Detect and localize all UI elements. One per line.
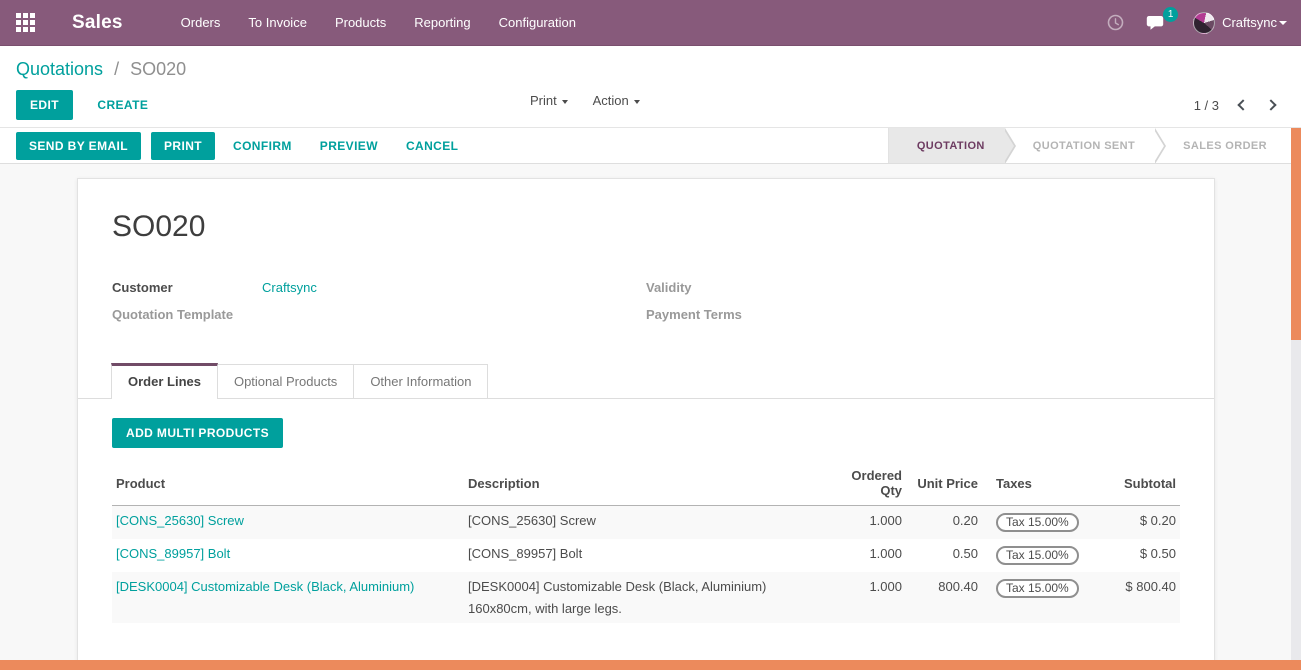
unit-price-cell: 0.50 (906, 539, 982, 572)
nav-item-orders[interactable]: Orders (167, 0, 235, 46)
form-view-area: SO020 Customer Craftsync Quotation Templ… (0, 164, 1291, 660)
validity-label: Validity (646, 280, 796, 296)
field-groups: Customer Craftsync Quotation Template Va… (112, 280, 1180, 334)
payment-terms-field: Payment Terms (646, 307, 1180, 323)
chevron-right-icon[interactable] (1265, 99, 1276, 110)
nav-item-reporting[interactable]: Reporting (400, 0, 484, 46)
tax-badge: Tax 15.00% (996, 513, 1079, 532)
print-button[interactable]: PRINT (151, 132, 215, 160)
col-header-ordered-qty: Ordered Qty (824, 462, 906, 506)
breadcrumb-separator: / (114, 59, 119, 79)
navbar-left: Sales Orders To Invoice Products Reporti… (16, 0, 590, 45)
app-menu: Orders To Invoice Products Reporting Con… (167, 0, 590, 45)
navbar-right: 1 Craftsync (1085, 12, 1287, 34)
col-header-subtotal: Subtotal (1096, 462, 1180, 506)
vertical-scrollbar-thumb[interactable] (1291, 128, 1301, 340)
create-button[interactable]: CREATE (93, 90, 152, 120)
user-menu[interactable]: Craftsync (1222, 15, 1277, 30)
customer-field: Customer Craftsync (112, 280, 646, 296)
customer-label: Customer (112, 280, 262, 296)
unit-price-cell: 800.40 (906, 572, 982, 623)
order-line-row[interactable]: [CONS_89957] Bolt [CONS_89957] Bolt 1.00… (112, 539, 1180, 572)
col-header-unit-price: Unit Price (906, 462, 982, 506)
add-multi-products-button[interactable]: ADD MULTI PRODUCTS (112, 418, 283, 448)
print-dropdown[interactable]: Print (530, 93, 568, 108)
chevron-down-icon (562, 100, 568, 104)
customer-value-link[interactable]: Craftsync (262, 280, 317, 295)
status-step-sales-order[interactable]: SALES ORDER (1155, 128, 1291, 163)
chevron-down-icon (1279, 21, 1287, 25)
tax-badge: Tax 15.00% (996, 579, 1079, 598)
table-header-row: Product Description Ordered Qty Unit Pri… (112, 462, 1180, 506)
product-link[interactable]: [CONS_25630] Screw (116, 513, 244, 528)
messages-chat-bubble-icon[interactable]: 1 (1146, 14, 1167, 32)
chevron-left-icon[interactable] (1237, 99, 1248, 110)
messages-count-badge: 1 (1163, 7, 1178, 22)
payment-terms-label: Payment Terms (646, 307, 796, 323)
quotation-template-field: Quotation Template (112, 307, 646, 323)
order-lines-table: Product Description Ordered Qty Unit Pri… (112, 462, 1180, 623)
subtotal-cell: $ 800.40 (1096, 572, 1180, 623)
user-avatar[interactable] (1193, 12, 1215, 34)
quotation-sheet: SO020 Customer Craftsync Quotation Templ… (77, 178, 1215, 660)
col-header-description: Description (464, 462, 824, 506)
status-step-quotation[interactable]: QUOTATION (889, 128, 1005, 163)
validity-field: Validity (646, 280, 1180, 296)
confirm-button[interactable]: CONFIRM (225, 132, 300, 160)
unit-price-cell: 0.20 (906, 506, 982, 540)
activities-clock-icon[interactable] (1107, 14, 1124, 31)
vertical-scrollbar-track (1291, 128, 1301, 660)
field-group-right: Validity Payment Terms (646, 280, 1180, 334)
order-line-row[interactable]: [DESK0004] Customizable Desk (Black, Alu… (112, 572, 1180, 623)
cancel-button[interactable]: CANCEL (398, 132, 466, 160)
ordered-qty-cell: 1.000 (824, 572, 906, 623)
pager-value: 1 / 3 (1194, 98, 1219, 113)
breadcrumb: Quotations / SO020 (16, 59, 1285, 80)
control-panel-actions: EDIT CREATE Print Action 1 / 3 (16, 90, 1285, 120)
apps-menu-icon[interactable] (16, 13, 35, 32)
nav-item-products[interactable]: Products (321, 0, 400, 46)
tab-other-information[interactable]: Other Information (354, 364, 488, 398)
status-step-quotation-sent[interactable]: QUOTATION SENT (1005, 128, 1155, 163)
notebook-tabs: Order Lines Optional Products Other Info… (78, 363, 1214, 399)
product-link[interactable]: [DESK0004] Customizable Desk (Black, Alu… (116, 579, 414, 594)
breadcrumb-current: SO020 (130, 59, 186, 79)
subtotal-cell: $ 0.20 (1096, 506, 1180, 540)
status-widget: QUOTATION QUOTATION SENT SALES ORDER (888, 128, 1291, 163)
subtotal-cell: $ 0.50 (1096, 539, 1180, 572)
pager: 1 / 3 (1194, 98, 1285, 113)
tab-order-lines[interactable]: Order Lines (111, 363, 218, 399)
sales-app-window: Sales Orders To Invoice Products Reporti… (0, 0, 1301, 670)
control-panel: Quotations / SO020 EDIT CREATE Print Act… (0, 46, 1301, 128)
tab-optional-products[interactable]: Optional Products (218, 364, 354, 398)
preview-button[interactable]: PREVIEW (312, 132, 386, 160)
form-statusbar: SEND BY EMAIL PRINT CONFIRM PREVIEW CANC… (0, 128, 1291, 164)
action-dropdown[interactable]: Action (593, 93, 640, 108)
col-header-taxes: Taxes (982, 462, 1096, 506)
statusbar-buttons: SEND BY EMAIL PRINT CONFIRM PREVIEW CANC… (16, 132, 478, 160)
nav-item-to-invoice[interactable]: To Invoice (234, 0, 321, 46)
breadcrumb-quotations-link[interactable]: Quotations (16, 59, 103, 79)
dropdown-menus: Print Action (530, 93, 662, 108)
record-actions: EDIT CREATE (16, 90, 152, 120)
ordered-qty-cell: 1.000 (824, 539, 906, 572)
chevron-down-icon (634, 100, 640, 104)
product-link[interactable]: [CONS_89957] Bolt (116, 546, 230, 561)
tax-badge: Tax 15.00% (996, 546, 1079, 565)
field-group-left: Customer Craftsync Quotation Template (112, 280, 646, 334)
edit-button[interactable]: EDIT (16, 90, 73, 120)
app-title[interactable]: Sales (72, 12, 123, 34)
col-header-product: Product (112, 462, 464, 506)
top-navbar: Sales Orders To Invoice Products Reporti… (0, 0, 1301, 46)
order-lines-pane: ADD MULTI PRODUCTS Product Description O… (112, 399, 1180, 660)
horizontal-scrollbar-thumb[interactable] (0, 660, 1301, 670)
ordered-qty-cell: 1.000 (824, 506, 906, 540)
send-by-email-button[interactable]: SEND BY EMAIL (16, 132, 141, 160)
quotation-template-label: Quotation Template (112, 307, 262, 323)
document-title: SO020 (112, 210, 1180, 244)
nav-item-configuration[interactable]: Configuration (485, 0, 590, 46)
order-line-row[interactable]: [CONS_25630] Screw [CONS_25630] Screw 1.… (112, 506, 1180, 540)
